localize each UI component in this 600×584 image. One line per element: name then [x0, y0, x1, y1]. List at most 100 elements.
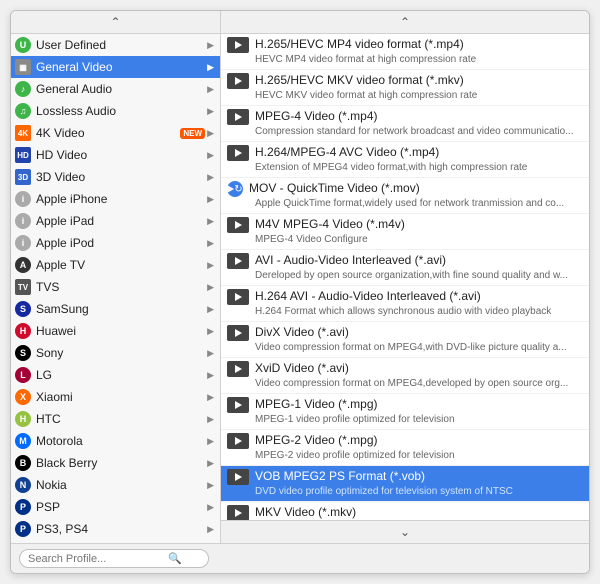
video-icon-h265-mkv — [227, 73, 249, 89]
main-container: ⌃ UUser Defined▶▦General Video▶♪General … — [10, 10, 590, 574]
video-icon-h264-avc — [227, 145, 249, 161]
left-item-label-general-audio: General Audio — [36, 82, 205, 96]
right-item-mpeg2-video[interactable]: MPEG-2 Video (*.mpg)MPEG-2 video profile… — [221, 430, 589, 466]
left-item-arrow-htc: ▶ — [207, 414, 214, 425]
right-panel-list[interactable]: H.265/HEVC MP4 video format (*.mp4) HEVC … — [221, 34, 589, 520]
right-item-h265-mkv[interactable]: H.265/HEVC MKV video format (*.mkv)HEVC … — [221, 70, 589, 106]
right-item-title-h265-mkv: H.265/HEVC MKV video format (*.mkv) — [255, 73, 464, 89]
left-item-icon-general-video: ▦ — [15, 59, 31, 75]
left-item-arrow-3d-video: ▶ — [207, 172, 214, 183]
right-item-m4v-video[interactable]: M4V MPEG-4 Video (*.m4v)MPEG-4 Video Con… — [221, 214, 589, 250]
search-icon: 🔍 — [168, 552, 182, 565]
left-item-arrow-general-video: ▶ — [207, 62, 214, 73]
left-item-label-htc: HTC — [36, 412, 205, 426]
left-item-arrow-lossless-audio: ▶ — [207, 106, 214, 117]
left-item-label-xiaomi: Xiaomi — [36, 390, 205, 404]
right-item-title-divx-video: DivX Video (*.avi) — [255, 325, 349, 341]
left-item-arrow-samsung: ▶ — [207, 304, 214, 315]
left-item-tvs[interactable]: TVTVS▶ — [11, 276, 220, 298]
search-input[interactable] — [28, 553, 168, 565]
left-item-apple-ipad[interactable]: iApple iPad▶ — [11, 210, 220, 232]
right-scroll-up[interactable]: ⌃ — [400, 15, 410, 29]
left-item-arrow-user-defined: ▶ — [207, 40, 214, 51]
left-item-label-apple-ipad: Apple iPad — [36, 214, 205, 228]
right-item-mkv-video[interactable]: MKV Video (*.mkv)Stands for matroska vid… — [221, 502, 589, 520]
left-panel-header: ⌃ — [11, 11, 220, 34]
left-item-blackberry[interactable]: BBlack Berry▶ — [11, 452, 220, 474]
left-item-icon-nokia: N — [15, 477, 31, 493]
right-item-divx-video[interactable]: DivX Video (*.avi)Video compression form… — [221, 322, 589, 358]
left-item-label-lg: LG — [36, 368, 205, 382]
left-item-apple-ipod[interactable]: iApple iPod▶ — [11, 232, 220, 254]
left-item-nokia[interactable]: NNokia▶ — [11, 474, 220, 496]
right-item-avi-interleaved[interactable]: AVI - Audio-Video Interleaved (*.avi)Der… — [221, 250, 589, 286]
left-item-3d-video[interactable]: 3D3D Video▶ — [11, 166, 220, 188]
left-item-arrow-apple-tv: ▶ — [207, 260, 214, 271]
left-item-label-ps3-ps4: PS3, PS4 — [36, 522, 205, 536]
left-item-motorola[interactable]: MMotorola▶ — [11, 430, 220, 452]
left-item-lossless-audio[interactable]: ♫Lossless Audio▶ — [11, 100, 220, 122]
left-item-arrow-psp: ▶ — [207, 502, 214, 513]
left-item-user-defined[interactable]: UUser Defined▶ — [11, 34, 220, 56]
right-item-desc-mov-quicktime: Apple QuickTime format,widely used for n… — [227, 197, 581, 210]
right-item-title-mpeg2-video: MPEG-2 Video (*.mpg) — [255, 433, 378, 449]
right-item-mpeg4-video[interactable]: MPEG-4 Video (*.mp4)Compression standard… — [221, 106, 589, 142]
right-item-desc-h264-avc: Extension of MPEG4 video format,with hig… — [227, 161, 581, 174]
left-item-psp[interactable]: PPSP▶ — [11, 496, 220, 518]
left-item-apple-iphone[interactable]: iApple iPhone▶ — [11, 188, 220, 210]
left-item-icon-apple-tv: A — [15, 257, 31, 273]
left-item-icon-apple-ipad: i — [15, 213, 31, 229]
panels-area: ⌃ UUser Defined▶▦General Video▶♪General … — [11, 11, 589, 543]
video-icon-mov-quicktime: ↻ — [227, 181, 243, 197]
left-item-4k-video[interactable]: 4K4K VideoNEW▶ — [11, 122, 220, 144]
left-item-lg[interactable]: L LG▶ — [11, 364, 220, 386]
left-item-label-3d-video: 3D Video — [36, 170, 205, 184]
left-item-apple-tv[interactable]: AApple TV▶ — [11, 254, 220, 276]
left-item-general-audio[interactable]: ♪General Audio▶ — [11, 78, 220, 100]
search-box[interactable]: 🔍 — [19, 549, 209, 568]
left-item-ps3-ps4[interactable]: PPS3, PS4▶ — [11, 518, 220, 540]
right-item-title-h264-avc: H.264/MPEG-4 AVC Video (*.mp4) — [255, 145, 439, 161]
right-scroll-down[interactable]: ⌄ — [400, 525, 410, 539]
right-item-title-mpeg4-video: MPEG-4 Video (*.mp4) — [255, 109, 378, 125]
left-item-label-blackberry: Black Berry — [36, 456, 205, 470]
left-item-xiaomi[interactable]: XXiaomi▶ — [11, 386, 220, 408]
right-item-h264-avi[interactable]: H.264 AVI - Audio-Video Interleaved (*.a… — [221, 286, 589, 322]
left-item-general-video[interactable]: ▦General Video▶ — [11, 56, 220, 78]
right-item-h265-mp4[interactable]: H.265/HEVC MP4 video format (*.mp4)HEVC … — [221, 34, 589, 70]
left-item-htc[interactable]: HHTC▶ — [11, 408, 220, 430]
left-item-label-hd-video: HD Video — [36, 148, 205, 162]
left-item-arrow-tvs: ▶ — [207, 282, 214, 293]
video-icon-mpeg1-video — [227, 397, 249, 413]
left-item-sony[interactable]: SSony▶ — [11, 342, 220, 364]
right-panel-header: ⌃ — [221, 11, 589, 34]
right-item-desc-mpeg4-video: Compression standard for network broadca… — [227, 125, 581, 138]
right-item-desc-h264-avi: H.264 Format which allows synchronous au… — [227, 305, 581, 318]
left-item-icon-user-defined: U — [15, 37, 31, 53]
left-scroll-up[interactable]: ⌃ — [110, 15, 120, 29]
right-item-desc-mpeg2-video: MPEG-2 video profile optimized for telev… — [227, 449, 581, 462]
left-item-icon-lg: L — [15, 367, 31, 383]
right-item-desc-vob-mpeg2: DVD video profile optimized for televisi… — [227, 485, 581, 498]
left-item-arrow-lg: ▶ — [207, 370, 214, 381]
right-item-desc-h265-mkv: HEVC MKV video format at high compressio… — [227, 89, 581, 102]
right-item-desc-xvid-video: Video compression format on MPEG4,develo… — [227, 377, 581, 390]
right-item-h264-avc[interactable]: H.264/MPEG-4 AVC Video (*.mp4)Extension … — [221, 142, 589, 178]
left-item-xbox[interactable]: XXbox▶ — [11, 540, 220, 543]
right-item-title-mov-quicktime: MOV - QuickTime Video (*.mov) — [249, 181, 420, 197]
left-item-samsung[interactable]: SSamSung▶ — [11, 298, 220, 320]
right-item-vob-mpeg2[interactable]: VOB MPEG2 PS Format (*.vob)DVD video pro… — [221, 466, 589, 502]
right-item-title-xvid-video: XviD Video (*.avi) — [255, 361, 349, 377]
right-item-title-h265-mp4: H.265/HEVC MP4 video format (*.mp4) — [255, 37, 464, 53]
right-item-xvid-video[interactable]: XviD Video (*.avi)Video compression form… — [221, 358, 589, 394]
badge-new-4k-video: NEW — [180, 128, 205, 139]
right-item-mpeg1-video[interactable]: MPEG-1 Video (*.mpg)MPEG-1 video profile… — [221, 394, 589, 430]
right-item-mov-quicktime[interactable]: ↻ MOV - QuickTime Video (*.mov)Apple Quic… — [221, 178, 589, 214]
left-item-arrow-xiaomi: ▶ — [207, 392, 214, 403]
video-icon-h265-mp4 — [227, 37, 249, 53]
left-item-arrow-apple-iphone: ▶ — [207, 194, 214, 205]
left-panel-list[interactable]: UUser Defined▶▦General Video▶♪General Au… — [11, 34, 220, 543]
right-item-desc-divx-video: Video compression format on MPEG4,with D… — [227, 341, 581, 354]
left-item-hd-video[interactable]: HDHD Video▶ — [11, 144, 220, 166]
left-item-huawei[interactable]: HHuawei▶ — [11, 320, 220, 342]
